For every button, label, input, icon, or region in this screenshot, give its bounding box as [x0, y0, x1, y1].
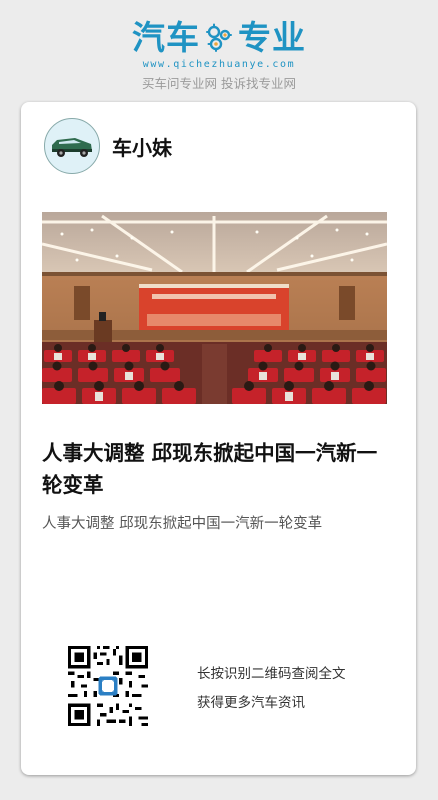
- author-row[interactable]: 车小妹: [44, 118, 172, 174]
- brand-url: www.qichezhuanye.com: [142, 59, 296, 70]
- brand-tagline: 买车问专业网 投诉找专业网: [142, 76, 296, 91]
- article-summary: 人事大调整 邱现东掀起中国一汽新一轮变革: [42, 516, 323, 532]
- brand-word-right: 专业: [238, 18, 306, 57]
- brand-word-left: 汽车: [132, 18, 200, 57]
- qr-instruction-line-2: 获得更多汽车资讯: [197, 695, 305, 711]
- brand-logo: 汽车 专业: [0, 18, 438, 58]
- green-car-icon: [52, 138, 92, 157]
- avatar[interactable]: [44, 118, 100, 174]
- article-card: 车小妹 人事大调整 邱现东掀起中国一汽新一轮变革 人事大调整 邱现东掀起中国一汽…: [21, 102, 416, 775]
- qr-instruction-line-1: 长按识别二维码查阅全文: [197, 666, 346, 682]
- article-title[interactable]: 人事大调整 邱现东掀起中国一汽新一轮变革: [42, 437, 392, 501]
- author-name[interactable]: 车小妹: [112, 132, 172, 161]
- qr-code-icon[interactable]: [68, 646, 148, 726]
- qr-instructions: 长按识别二维码查阅全文 获得更多汽车资讯: [197, 660, 346, 718]
- brand-header: 汽车 专业 www.qichezhuanye.com 买车问专业网 投诉找专业网: [0, 18, 438, 92]
- conference-hall-photo[interactable]: [42, 212, 387, 404]
- gear-logo-icon: [206, 23, 232, 52]
